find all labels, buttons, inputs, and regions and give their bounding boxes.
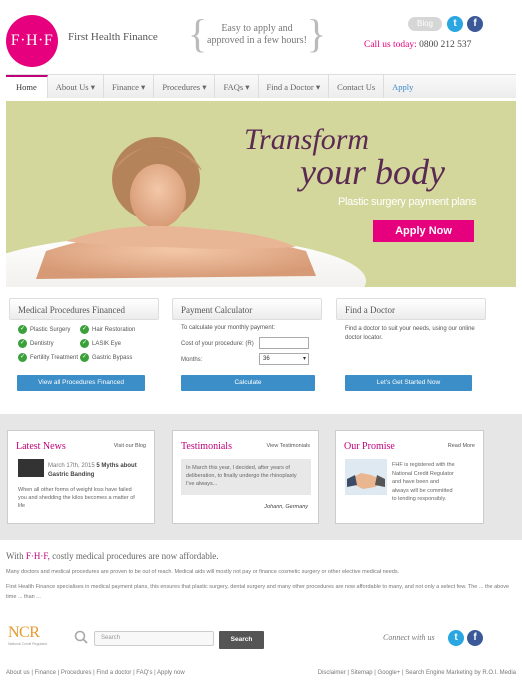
- nav-apply[interactable]: Apply: [384, 75, 421, 98]
- our-promise-title: Our Promise: [344, 441, 395, 452]
- tagline: { Easy to apply and approved in a few ho…: [188, 14, 326, 54]
- hero-headline: Transform your body: [244, 124, 445, 192]
- procedure-item[interactable]: ✓ LASIK Eye: [80, 339, 121, 348]
- our-promise-card: Our Promise Read More FHF is registered …: [335, 430, 484, 524]
- testimonial-quote: In March this year, I decided, after yea…: [181, 459, 311, 495]
- nav-home[interactable]: Home: [6, 75, 48, 98]
- search-button[interactable]: Search: [219, 631, 264, 649]
- intro-paragraph-1: Many doctors and medical procedures are …: [6, 569, 400, 575]
- cost-label: Cost of your procedure: (R): [181, 341, 254, 347]
- connect-label: Connect with us: [383, 633, 435, 642]
- ncr-logo[interactable]: NCR National Credit Regulator: [8, 624, 47, 646]
- cost-input[interactable]: [259, 337, 309, 349]
- nav-finance[interactable]: Finance ▾: [104, 75, 155, 98]
- call-us: Call us today: 0800 212 537: [364, 40, 471, 50]
- footer-credits[interactable]: Disclaimer | Sitemap | Google+ | Search …: [318, 670, 516, 676]
- intro-paragraph-2: First Health Finance specialises in medi…: [6, 584, 510, 600]
- phone-number[interactable]: 0800 212 537: [419, 40, 471, 50]
- procedure-item[interactable]: ✓ Hair Restoration: [80, 325, 135, 334]
- tagline-line-2: approved in a few hours!: [207, 35, 307, 46]
- promise-text: FHF is registered with the National Credi…: [392, 462, 455, 502]
- hero-subtitle: Plastic surgery payment plans: [338, 196, 477, 208]
- find-doctor-title: Find a Doctor: [336, 298, 486, 320]
- calculator-intro: To calculate your monthly payment:: [181, 325, 276, 331]
- twitter-icon[interactable]: t: [447, 16, 463, 32]
- main-nav: Home About Us ▾ Finance ▾ Procedures ▾ F…: [6, 74, 516, 98]
- check-icon: ✓: [18, 339, 27, 348]
- procedure-item[interactable]: ✓ Dentistry: [18, 339, 54, 348]
- call-label: Call us today:: [364, 40, 417, 50]
- hero-line-2: your body: [300, 152, 445, 192]
- nav-contact-us[interactable]: Contact Us: [329, 75, 385, 98]
- handshake-image: [345, 459, 387, 495]
- news-thumbnail[interactable]: [18, 459, 44, 477]
- footer-links[interactable]: About us | Finance | Procedures | Find a…: [6, 670, 185, 676]
- ncr-logo-text: NCR: [8, 624, 40, 641]
- facebook-icon[interactable]: f: [467, 16, 483, 32]
- news-headline[interactable]: March 17th, 2015 5 Myths about Gastric Ba…: [48, 462, 137, 480]
- brace-right-icon: }: [306, 11, 326, 56]
- blog-button[interactable]: Blog: [408, 17, 442, 31]
- calculate-button[interactable]: Calculate: [181, 375, 315, 391]
- procedure-item[interactable]: ✓ Gastric Bypass: [80, 353, 132, 362]
- visit-blog-link[interactable]: Visit our Blog: [114, 443, 146, 449]
- testimonial-author: Johann, Germany: [264, 504, 308, 510]
- search-icon: [74, 630, 88, 644]
- nav-about-us[interactable]: About Us ▾: [48, 75, 104, 98]
- latest-news-card: Latest News Visit our Blog March 17th, 2…: [7, 430, 155, 524]
- procedure-item[interactable]: ✓ Fertility Treatment: [18, 353, 78, 362]
- check-icon: ✓: [18, 325, 27, 334]
- view-testimonials-link[interactable]: View Testimonials: [266, 443, 310, 449]
- logo[interactable]: F·H·F: [6, 15, 58, 67]
- testimonials-title: Testimonials: [181, 441, 232, 452]
- testimonials-card: Testimonials View Testimonials In March …: [172, 430, 319, 524]
- logo-text: F·H·F: [10, 32, 54, 49]
- facebook-icon[interactable]: f: [467, 630, 483, 646]
- nav-find-a-doctor[interactable]: Find a Doctor ▾: [259, 75, 330, 98]
- view-procedures-button[interactable]: View all Procedures Financed: [17, 375, 145, 391]
- intro-heading: With F·H·F, costly medical procedures ar…: [6, 551, 219, 561]
- procedures-title: Medical Procedures Financed: [9, 298, 159, 320]
- latest-news-title: Latest News: [16, 441, 66, 452]
- read-more-link[interactable]: Read More: [448, 443, 475, 449]
- news-excerpt: When all other forms of weight loss have…: [18, 487, 135, 509]
- nav-procedures[interactable]: Procedures ▾: [154, 75, 216, 98]
- check-icon: ✓: [80, 339, 89, 348]
- chevron-down-icon: ▾: [302, 356, 306, 362]
- ncr-subtitle: National Credit Regulator: [8, 642, 48, 646]
- find-doctor-text: Find a doctor to suit your needs, using …: [345, 326, 475, 341]
- tagline-line-1: Easy to apply and: [221, 23, 293, 34]
- calculator-title: Payment Calculator: [172, 298, 322, 320]
- get-started-button[interactable]: Let's Get Started Now: [345, 375, 472, 391]
- months-label: Months:: [181, 357, 203, 363]
- nav-faqs[interactable]: FAQs ▾: [215, 75, 259, 98]
- months-select[interactable]: 36 ▾: [259, 353, 309, 365]
- brand-name: First Health Finance: [68, 31, 158, 43]
- apply-now-button[interactable]: Apply Now: [373, 220, 474, 242]
- check-icon: ✓: [18, 353, 27, 362]
- procedure-item[interactable]: ✓ Plastic Surgery: [18, 325, 70, 334]
- check-icon: ✓: [80, 353, 89, 362]
- check-icon: ✓: [80, 325, 89, 334]
- twitter-icon[interactable]: t: [448, 630, 464, 646]
- search-input[interactable]: Search: [94, 631, 214, 646]
